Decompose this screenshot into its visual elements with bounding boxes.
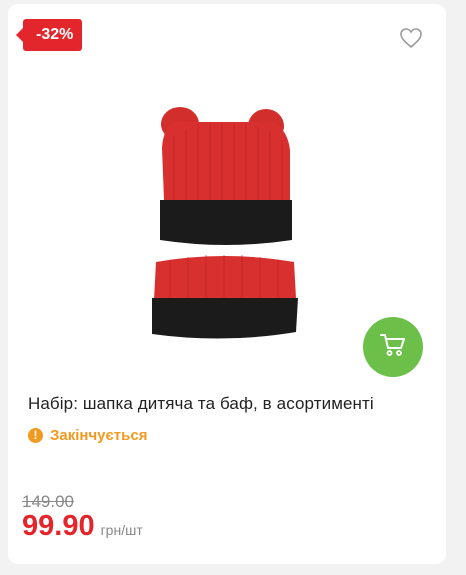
price-unit: грн/шт xyxy=(100,522,143,538)
current-price: 99.90 xyxy=(22,510,95,542)
discount-badge: -32% xyxy=(15,19,83,51)
favorite-heart-icon[interactable] xyxy=(399,27,423,49)
old-price: 149.00 xyxy=(22,492,74,511)
stock-status: ! Закінчується xyxy=(28,427,147,444)
stock-status-text: Закінчується xyxy=(50,427,148,444)
warning-circle-icon: ! xyxy=(28,428,43,443)
price-row: 99.90 грн/шт xyxy=(22,510,143,543)
shopping-cart-icon xyxy=(380,333,406,362)
add-to-cart-button[interactable] xyxy=(363,317,423,377)
product-title[interactable]: Набір: шапка дитяча та баф, в асортимент… xyxy=(28,394,374,414)
product-image[interactable] xyxy=(140,100,310,350)
